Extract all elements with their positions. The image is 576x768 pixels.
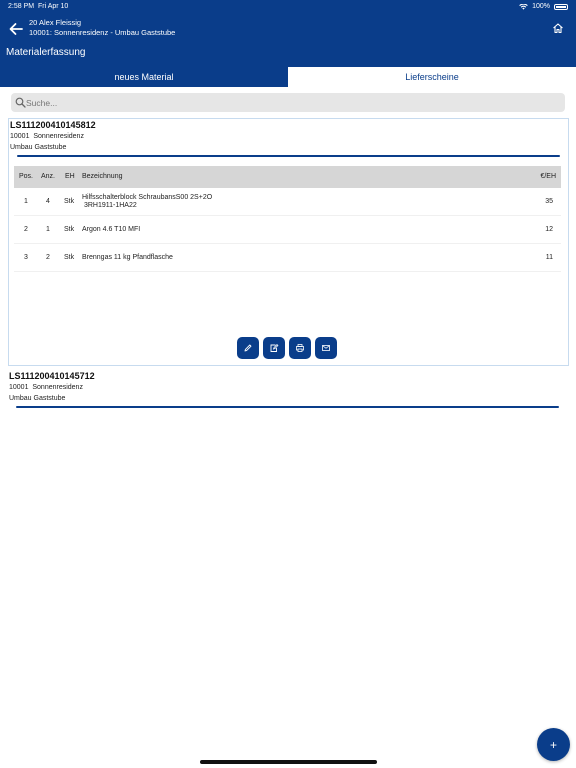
- delivery-note-number: LS111200410145812: [10, 120, 96, 130]
- table-row[interactable]: 3 2 Stk Brenngas 11 kg Pfandflasche 11: [14, 244, 561, 272]
- printer-icon: [296, 344, 304, 352]
- sign-icon: [270, 344, 279, 352]
- battery-percent: 100%: [532, 3, 550, 10]
- tab-delivery-notes[interactable]: Lieferscheine: [288, 67, 576, 87]
- home-icon[interactable]: [552, 22, 564, 34]
- items-table: Pos. Anz. EH Bezeichnung €/EH 1 4 Stk Hi…: [14, 166, 561, 272]
- wifi-icon: [519, 3, 528, 10]
- project-name: 10001: Sonnenresidenz - Umbau Gaststube: [29, 28, 176, 37]
- col-unit: EH: [65, 173, 75, 180]
- row-price: 35: [545, 198, 553, 205]
- user-name: 20 Alex Fleissig: [29, 18, 82, 27]
- status-time: 2:58 PM Fri Apr 10: [8, 3, 69, 10]
- row-unit: Stk: [64, 226, 75, 233]
- pencil-icon: [244, 344, 252, 352]
- tab-new-material[interactable]: neues Material: [0, 67, 288, 87]
- row-pos: 3: [24, 254, 28, 261]
- back-arrow-icon[interactable]: [8, 22, 24, 36]
- col-qty: Anz.: [41, 173, 56, 180]
- user-info: 20 Alex Fleissig 10001: Sonnenresidenz -…: [29, 18, 175, 38]
- sign-button[interactable]: [263, 337, 285, 359]
- battery-icon: [554, 3, 568, 10]
- search-bar[interactable]: [11, 93, 565, 112]
- row-desc: Brenngas 11 kg Pfandflasche: [82, 254, 173, 261]
- col-price: €/EH: [540, 173, 556, 180]
- delivery-note-number: LS111200410145712: [9, 371, 95, 381]
- home-indicator: [200, 760, 377, 764]
- table-header: Pos. Anz. EH Bezeichnung €/EH: [14, 166, 561, 188]
- mail-icon: [322, 345, 330, 351]
- row-price: 11: [545, 254, 553, 261]
- row-desc-line2: 3RH1911-1HA22: [82, 202, 137, 209]
- tab-bar: neues Material Lieferscheine: [0, 67, 576, 87]
- table-row[interactable]: 2 1 Stk Argon 4.6 T10 MFI 12: [14, 216, 561, 244]
- row-pos: 1: [24, 198, 28, 205]
- delivery-note-project: 10001 Sonnenresidenz: [9, 384, 83, 391]
- status-bar: 2:58 PM Fri Apr 10 100%: [0, 0, 576, 14]
- email-button[interactable]: [315, 337, 337, 359]
- row-desc: Hilfsschalterblock SchraubansS00 2S+2O: [82, 194, 213, 201]
- delivery-note-site: Umbau Gaststube: [10, 144, 67, 151]
- row-qty: 2: [46, 254, 50, 261]
- delivery-note-card[interactable]: LS111200410145712 10001 Sonnenresidenz U…: [8, 369, 569, 411]
- title-bar: [0, 42, 576, 67]
- row-unit: Stk: [64, 198, 75, 205]
- table-row[interactable]: 1 4 Stk Hilfsschalterblock SchraubansS00…: [14, 188, 561, 216]
- search-input[interactable]: [26, 94, 546, 111]
- row-qty: 1: [46, 226, 50, 233]
- card-divider: [17, 155, 560, 157]
- col-pos: Pos.: [19, 173, 34, 180]
- delivery-note-project: 10001 Sonnenresidenz: [10, 133, 84, 140]
- card-actions: [237, 337, 337, 359]
- row-qty: 4: [46, 198, 50, 205]
- page-title: Materialerfassung: [6, 47, 86, 58]
- row-desc: Argon 4.6 T10 MFI: [82, 226, 141, 233]
- delivery-note-site: Umbau Gaststube: [9, 395, 66, 402]
- edit-button[interactable]: [237, 337, 259, 359]
- add-button[interactable]: +: [537, 728, 570, 761]
- col-desc: Bezeichnung: [82, 173, 123, 180]
- status-right: 100%: [519, 3, 568, 10]
- row-pos: 2: [24, 226, 28, 233]
- row-price: 12: [545, 226, 553, 233]
- card-divider: [16, 406, 559, 408]
- search-icon: [15, 97, 26, 108]
- print-button[interactable]: [289, 337, 311, 359]
- row-unit: Stk: [64, 254, 75, 261]
